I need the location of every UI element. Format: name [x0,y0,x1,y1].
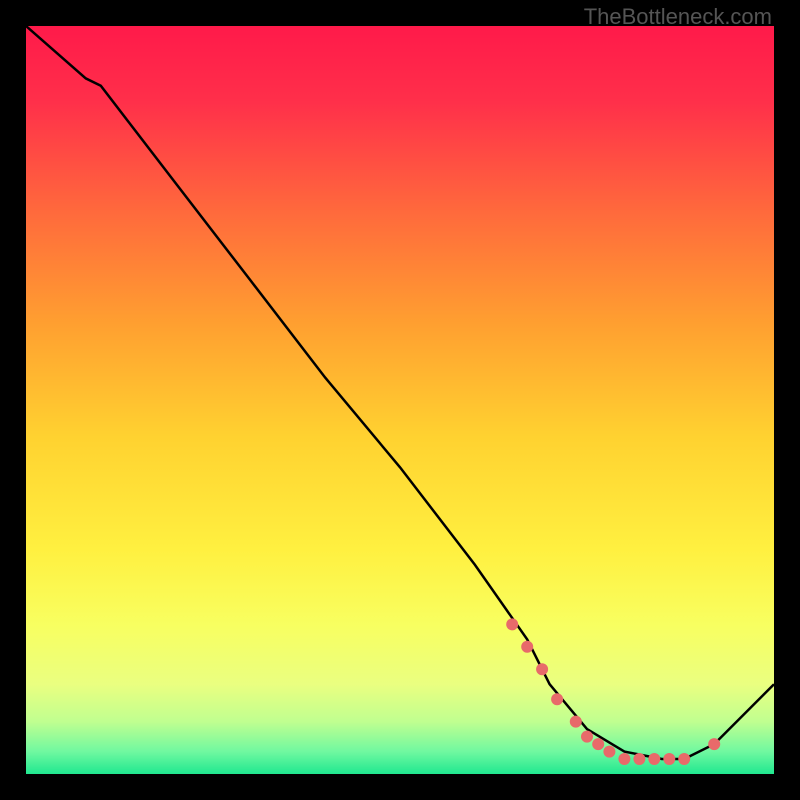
curve-layer [26,26,774,774]
data-marker [663,753,675,765]
data-marker [603,746,615,758]
data-marker [506,618,518,630]
bottleneck-curve [26,26,774,759]
data-marker [592,738,604,750]
data-marker [536,663,548,675]
data-marker [678,753,690,765]
bottleneck-chart: TheBottleneck.com [0,0,800,800]
data-marker [521,641,533,653]
data-marker [551,693,563,705]
data-marker [618,753,630,765]
plot-area [26,26,774,774]
data-markers [506,618,720,765]
data-marker [708,738,720,750]
data-marker [581,731,593,743]
data-marker [570,716,582,728]
data-marker [648,753,660,765]
data-marker [633,753,645,765]
